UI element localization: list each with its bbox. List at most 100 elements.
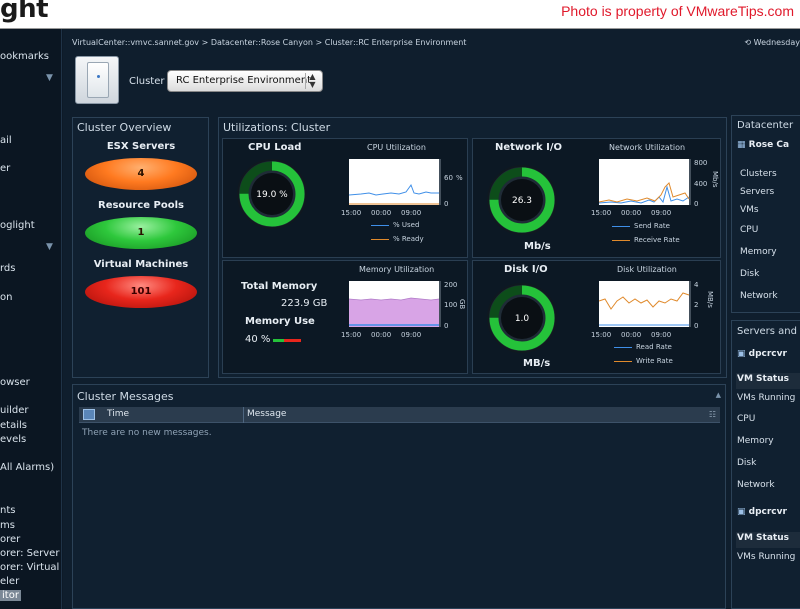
x-tick: 09:00 (651, 331, 671, 339)
cluster-selector[interactable]: RC Enterprise Environment ▲ ▼ (167, 70, 323, 92)
x-tick: 15:00 (341, 209, 361, 217)
x-tick: 15:00 (341, 331, 361, 339)
cluster-server-icon (75, 56, 119, 104)
legend-write: Write Rate (614, 357, 673, 365)
watermark: Photo is property of VMwareTips.com (561, 3, 794, 19)
cluster-overview-panel: Cluster Overview ESX Servers 4 Resource … (72, 117, 209, 378)
host-icon: ▣ (737, 507, 749, 517)
panel-title: Utilizations: Cluster (223, 121, 331, 134)
memory-area (349, 298, 439, 327)
nav-item[interactable]: eler (0, 576, 19, 587)
network-gauge[interactable]: 26.3 (484, 162, 560, 238)
datacenter-panel: Datacenter ▦ Rose Ca Clusters Servers VM… (731, 115, 800, 313)
dc-row: Network (740, 291, 778, 301)
y-tick: 200 (444, 281, 457, 289)
nav-item[interactable]: orer: Server (0, 548, 59, 559)
vm-status-label: VM Status (737, 374, 789, 384)
column-menu-icon[interactable]: ☷ (709, 410, 716, 419)
dc-row: Memory (740, 247, 777, 257)
utilizations-panel: Utilizations: Cluster CPU Load 19.0 % CP… (218, 117, 727, 378)
x-tick: 00:00 (621, 209, 641, 217)
y-tick: 100 (444, 301, 457, 309)
network-utilization-chart: 800 400 0 Mb/s 15:00 00:00 09:00 (591, 159, 719, 217)
nav-item[interactable]: uilder (0, 405, 29, 416)
srv-row: Memory (737, 436, 774, 446)
network-io-subpanel: Network I/O 26.3 Mb/s Network Utilizatio… (472, 138, 721, 258)
y-unit: GB (458, 299, 466, 309)
legend-used: % Used (371, 221, 419, 229)
vm-status-label: VM Status (737, 533, 789, 543)
resource-pools-label: Resource Pools (98, 200, 184, 211)
resource-pools-count[interactable]: 1 (85, 217, 197, 249)
nav-item[interactable]: on (0, 292, 12, 303)
total-memory-value: 223.9 GB (281, 298, 328, 309)
nav-item-selected[interactable]: itor (0, 590, 21, 601)
nav-item-foglight[interactable]: oglight (0, 220, 35, 231)
app-logo: ght (0, 0, 49, 24)
host-1[interactable]: ▣ dpcrcvr (737, 349, 787, 359)
x-tick: 15:00 (591, 209, 611, 217)
building-icon: ▦ (737, 140, 749, 150)
disk-chart-title: Disk Utilization (617, 265, 677, 274)
y-tick: 0 (444, 200, 448, 208)
x-tick: 15:00 (591, 331, 611, 339)
table-options-icon[interactable] (83, 409, 95, 420)
datacenter-name[interactable]: ▦ Rose Ca (737, 140, 789, 150)
cpu-gauge[interactable]: 19.0 % (234, 156, 310, 232)
collapse-arrow-icon[interactable]: ▼ (46, 242, 53, 252)
y-unit: Mb/s (711, 171, 719, 188)
right-sidebar: Datacenter ▦ Rose Ca Clusters Servers VM… (731, 115, 800, 609)
column-time[interactable]: Time (107, 409, 129, 419)
refresh-icon[interactable]: ⟲ (744, 38, 753, 47)
disk-utilization-chart: 4 2 0 MB/s 15:00 00:00 09:00 (591, 281, 714, 339)
virtual-machines-count[interactable]: 101 (85, 276, 197, 308)
y-tick: 60 (444, 174, 453, 182)
dc-row: CPU (740, 225, 759, 235)
x-tick: 00:00 (371, 331, 391, 339)
servers-panel: Servers and ▣ dpcrcvr VM Status VMs Runn… (731, 320, 800, 609)
nav-item[interactable]: ms (0, 520, 15, 531)
left-navigation: ookmarks ▼ ail er oglight ▼ rds on owser… (0, 29, 62, 609)
network-chart-title: Network Utilization (609, 143, 686, 152)
host-2[interactable]: ▣ dpcrcvr (737, 507, 787, 517)
y-tick: 400 (694, 180, 707, 188)
dc-row: Clusters (740, 169, 777, 179)
nav-item[interactable]: evels (0, 434, 26, 445)
network-io-title: Network I/O (495, 142, 562, 153)
nav-item[interactable]: rds (0, 263, 16, 274)
legend-send: Send Rate (612, 222, 670, 230)
cpu-gauge-value: 19.0 % (256, 190, 288, 200)
cluster-selected-value: RC Enterprise Environment (176, 75, 312, 86)
nav-item-bookmarks[interactable]: ookmarks (0, 51, 49, 62)
memory-chart-title: Memory Utilization (359, 265, 435, 274)
column-message[interactable]: Message (247, 409, 286, 419)
y-unit: % (456, 174, 463, 182)
virtual-machines-label: Virtual Machines (93, 259, 189, 270)
nav-item[interactable]: orer (0, 534, 20, 545)
srv-row: CPU (737, 414, 756, 424)
nav-item[interactable]: etails (0, 420, 27, 431)
total-memory-label: Total Memory (241, 281, 318, 292)
panel-title: Cluster Messages (77, 390, 174, 403)
disk-gauge[interactable]: 1.0 (484, 280, 560, 356)
nav-item[interactable]: er (0, 163, 10, 174)
legend-ready: % Ready (371, 235, 424, 243)
collapse-arrow-icon[interactable]: ▼ (46, 73, 53, 83)
nav-item[interactable]: owser (0, 377, 30, 388)
breadcrumb[interactable]: VirtualCenter::vmvc.sannet.gov > Datacen… (72, 38, 466, 47)
date-text: Wednesday (753, 38, 800, 47)
network-unit: Mb/s (524, 241, 551, 252)
nav-item[interactable]: orer: Virtual I (0, 562, 61, 573)
srv-row: Network (737, 480, 775, 490)
esx-servers-count[interactable]: 4 (85, 158, 197, 190)
nav-item[interactable]: nts (0, 505, 15, 516)
y-unit: MB/s (706, 291, 714, 308)
nav-item[interactable]: All Alarms) (0, 462, 54, 473)
disk-unit: MB/s (523, 358, 551, 369)
cluster-label: Cluster (129, 76, 165, 87)
network-gauge-value: 26.3 (512, 196, 532, 206)
nav-item[interactable]: ail (0, 135, 12, 146)
memory-use-value: 40 % (245, 334, 271, 345)
x-tick: 09:00 (651, 209, 671, 217)
collapse-icon[interactable]: ▲ (716, 391, 721, 399)
